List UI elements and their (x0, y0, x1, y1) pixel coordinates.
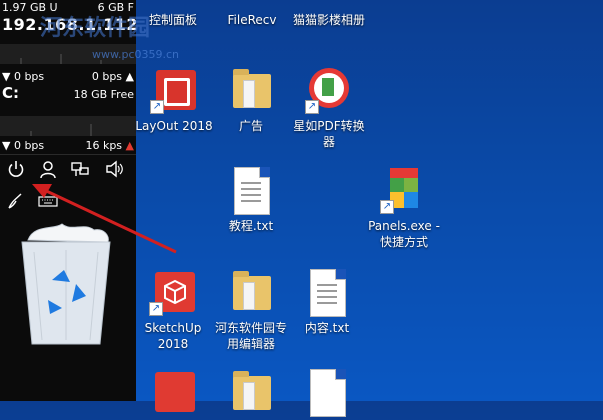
annotation-arrow (32, 184, 177, 254)
